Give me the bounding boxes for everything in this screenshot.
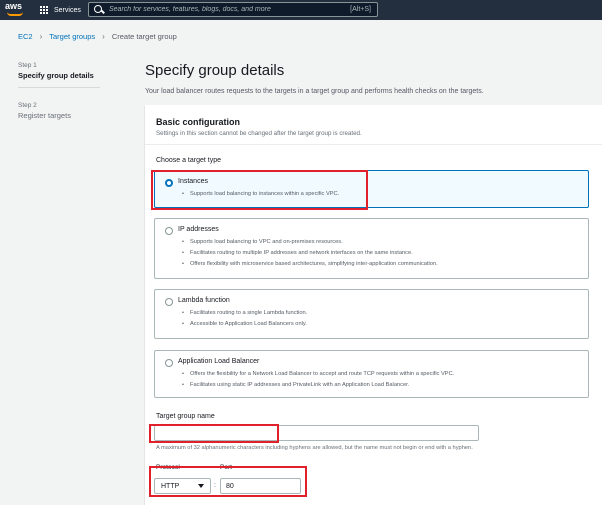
- annotation-highlight-name: [149, 424, 279, 443]
- target-group-name-label: Target group name: [156, 413, 215, 420]
- page-description: Your load balancer routes requests to th…: [145, 88, 484, 95]
- chevron-right-icon: ›: [102, 32, 105, 41]
- divider: [145, 144, 602, 145]
- breadcrumb: EC2 › Target groups › Create target grou…: [18, 32, 177, 41]
- annotation-highlight-protocol-port: [149, 466, 307, 497]
- name-constraint-hint: A maximum of 32 alphanumeric characters …: [156, 445, 473, 451]
- wizard-steps: Step 1 Specify group details Step 2 Regi…: [18, 62, 102, 120]
- bullet-item: Accessible to Application Load Balancers…: [182, 319, 307, 330]
- tile-bullets: Supports load balancing to VPC and on-pr…: [182, 237, 438, 270]
- aws-logo-text: aws: [5, 1, 23, 11]
- target-type-alb-tile[interactable]: Application Load Balancer Offers the fle…: [154, 350, 589, 398]
- radio-ip-addresses[interactable]: [165, 227, 173, 235]
- tile-bullets: Offers the flexibility for a Network Loa…: [182, 369, 454, 391]
- aws-smile-icon: [7, 12, 23, 16]
- bullet-item: Offers the flexibility for a Network Loa…: [182, 369, 454, 380]
- radio-application-load-balancer[interactable]: [165, 359, 173, 367]
- services-label: Services: [54, 6, 81, 14]
- bullet-item: Facilitates routing to a single Lambda f…: [182, 308, 307, 319]
- bullet-item: Supports load balancing to VPC and on-pr…: [182, 237, 438, 248]
- tile-title: Lambda function: [178, 297, 230, 304]
- wizard-step-2[interactable]: Step 2 Register targets: [18, 102, 102, 120]
- target-type-ip-tile[interactable]: IP addresses Supports load balancing to …: [154, 218, 589, 279]
- target-type-label: Choose a target type: [156, 157, 221, 164]
- search-icon: [93, 4, 105, 16]
- bullet-item: Facilitates routing to multiple IP addre…: [182, 248, 438, 259]
- breadcrumb-current: Create target group: [111, 32, 177, 41]
- step-divider: [18, 87, 100, 88]
- basic-configuration-panel: Basic configuration Settings in this sec…: [145, 105, 602, 505]
- tile-title: IP addresses: [178, 226, 219, 233]
- wizard-step-1[interactable]: Step 1 Specify group details: [18, 62, 102, 80]
- bullet-item: Facilitates using static IP addresses an…: [182, 380, 454, 391]
- aws-logo[interactable]: aws: [5, 1, 27, 18]
- target-type-lambda-tile[interactable]: Lambda function Facilitates routing to a…: [154, 289, 589, 339]
- global-search[interactable]: [Alt+S]: [88, 2, 378, 17]
- tile-bullets: Facilitates routing to a single Lambda f…: [182, 308, 307, 330]
- top-nav-bar: aws Services [Alt+S]: [0, 0, 602, 20]
- radio-lambda[interactable]: [165, 298, 173, 306]
- page-title: Specify group details: [145, 62, 285, 79]
- annotation-highlight-instances: [151, 170, 368, 210]
- breadcrumb-target-groups-link[interactable]: Target groups: [49, 32, 95, 41]
- step-title: Register targets: [18, 111, 71, 120]
- step-number: Step 1: [18, 62, 37, 69]
- chevron-right-icon: ›: [39, 32, 43, 41]
- bullet-item: Offers flexibility with microservice bas…: [182, 259, 438, 270]
- tile-title: Application Load Balancer: [178, 358, 260, 365]
- step-number: Step 2: [18, 102, 37, 109]
- step-title: Specify group details: [18, 71, 94, 80]
- search-shortcut-hint: [Alt+S]: [350, 6, 371, 13]
- panel-title: Basic configuration: [156, 117, 241, 127]
- services-menu-button[interactable]: Services: [40, 3, 81, 17]
- breadcrumb-ec2-link[interactable]: EC2: [18, 32, 33, 41]
- search-input[interactable]: [105, 6, 351, 13]
- panel-subtitle: Settings in this section cannot be chang…: [156, 130, 362, 137]
- grid-icon: [40, 5, 49, 15]
